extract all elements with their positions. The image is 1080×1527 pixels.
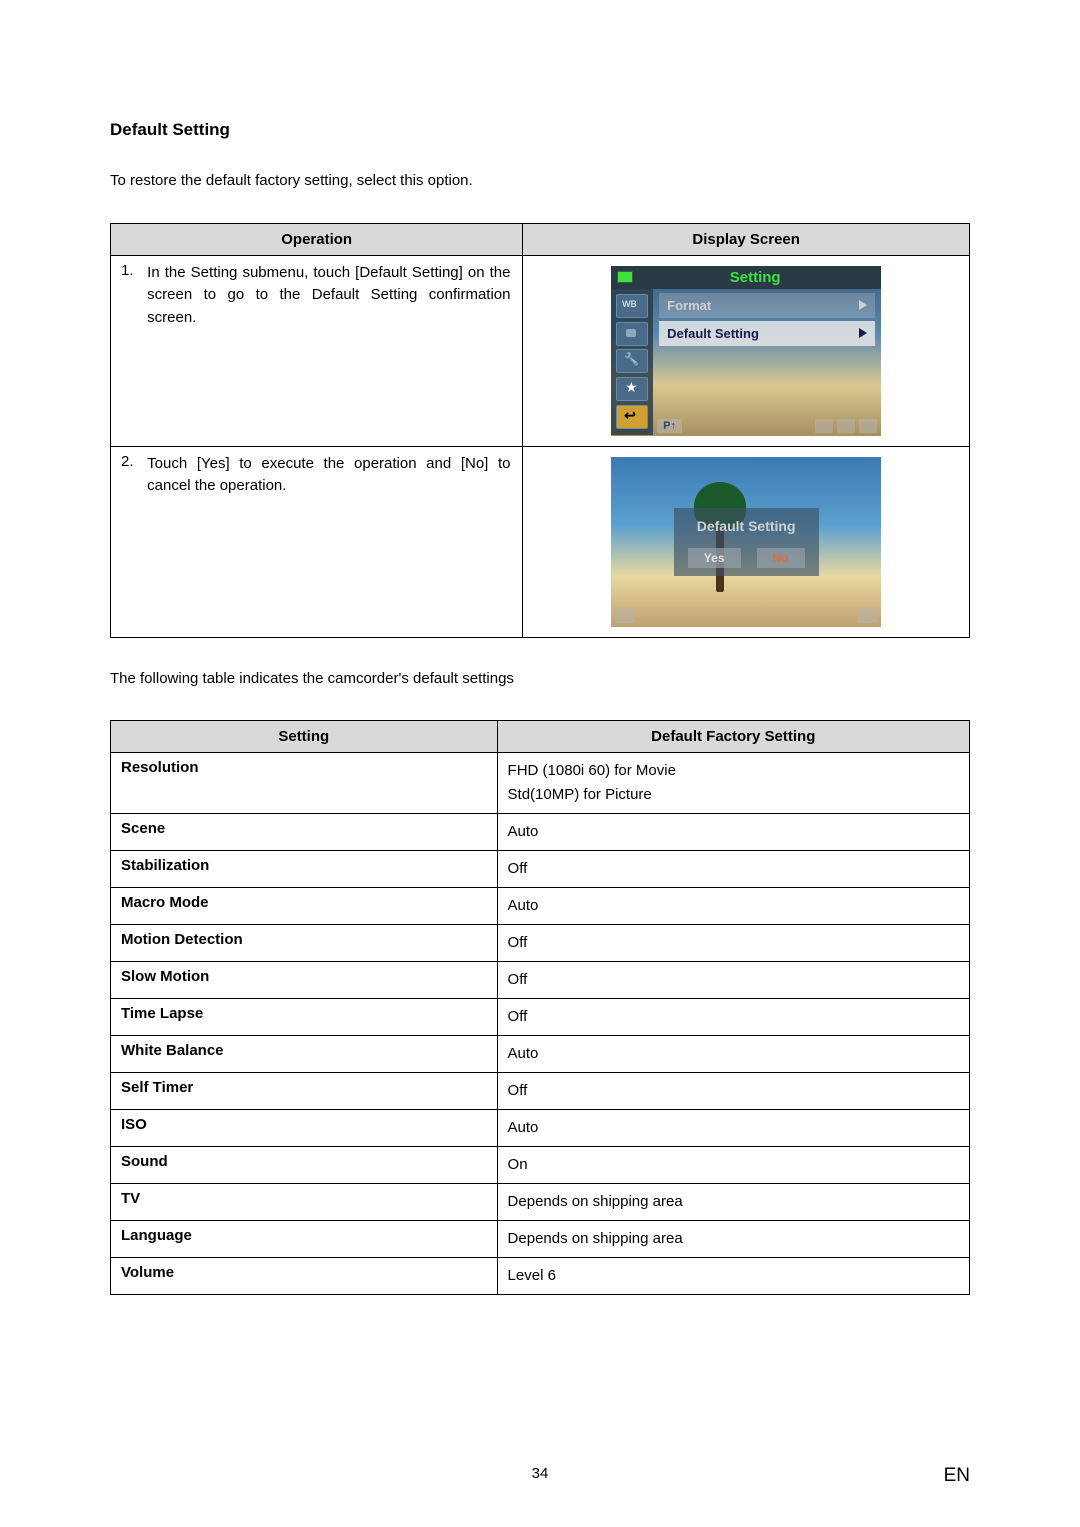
setting-name: Macro Mode [111,888,498,925]
table-row: Self TimerOff [111,1073,970,1110]
setting-value: Auto [497,888,969,925]
setting-value: Depends on shipping area [497,1221,969,1258]
default-settings-table: Setting Default Factory Setting Resoluti… [110,720,970,1295]
table-row: LanguageDepends on shipping area [111,1221,970,1258]
setting-value: Off [497,999,969,1036]
corner-icon [615,609,635,623]
setting-value: On [497,1147,969,1184]
back-icon [616,405,648,429]
table-row: Time LapseOff [111,999,970,1036]
setting-name: Time Lapse [111,999,498,1036]
menu-item-format: Format [659,293,875,318]
setting-name: Motion Detection [111,925,498,962]
op-header-display: Display Screen [523,223,970,255]
section-title: Default Setting [110,120,970,140]
defaults-header-setting: Setting [111,721,498,753]
setting-name: Scene [111,814,498,851]
table-row: SoundOn [111,1147,970,1184]
intro-text: To restore the default factory setting, … [110,170,970,193]
table-row: SceneAuto [111,814,970,851]
operation-table: Operation Display Screen 1. In the Setti… [110,223,970,638]
page-footer: 34 EN [0,1465,1080,1487]
language-code: EN [944,1465,970,1487]
dialog-title: Default Setting [688,518,805,534]
chevron-right-icon [859,300,867,310]
operation-row-2: 2. Touch [Yes] to execute the operation … [111,446,970,637]
table-row: StabilizationOff [111,851,970,888]
setting-name: Self Timer [111,1073,498,1110]
star-icon [616,377,648,401]
menu-header: Setting [611,266,881,289]
setting-name: White Balance [111,1036,498,1073]
defaults-header-default: Default Factory Setting [497,721,969,753]
setting-name: Stabilization [111,851,498,888]
setting-value: Auto [497,1110,969,1147]
setting-name: Volume [111,1258,498,1295]
op-text: Touch [Yes] to execute the operation and… [147,453,510,498]
nav-icon [859,419,877,433]
display-screenshot-setting-menu: Setting Format [611,266,881,436]
corner-icon [857,609,877,623]
op-number: 1. [121,262,143,279]
setting-name: Language [111,1221,498,1258]
display-screenshot-confirmation: Default Setting Yes No [611,457,881,627]
table-row: Motion DetectionOff [111,925,970,962]
table-row: TVDepends on shipping area [111,1184,970,1221]
operation-row-1: 1. In the Setting submenu, touch [Defaul… [111,255,970,446]
menu-sidebar [611,289,653,435]
setting-name: Resolution [111,753,498,814]
table-row: Slow MotionOff [111,962,970,999]
table-row: ResolutionFHD (1080i 60) for MovieStd(10… [111,753,970,814]
menu-item-label: Format [667,298,711,313]
setting-value: Auto [497,814,969,851]
setting-name: TV [111,1184,498,1221]
setting-value: Level 6 [497,1258,969,1295]
no-button: No [757,548,805,568]
setting-value: Off [497,925,969,962]
confirmation-dialog: Default Setting Yes No [674,508,819,576]
wrench-icon [616,349,648,373]
setting-name: Slow Motion [111,962,498,999]
op-text: In the Setting submenu, touch [Default S… [147,262,510,330]
table-row: ISOAuto [111,1110,970,1147]
page-number: 34 [532,1465,549,1482]
table-row: White BalanceAuto [111,1036,970,1073]
setting-value: Off [497,962,969,999]
setting-value: Off [497,851,969,888]
setting-value: FHD (1080i 60) for MovieStd(10MP) for Pi… [497,753,969,814]
setting-value: Off [497,1073,969,1110]
page-indicator: P↑ [657,419,682,433]
nav-icon [837,419,855,433]
op-number: 2. [121,453,143,470]
setting-value: Auto [497,1036,969,1073]
yes-button: Yes [688,548,741,568]
op-header-operation: Operation [111,223,523,255]
table-row: Macro ModeAuto [111,888,970,925]
setting-value: Depends on shipping area [497,1184,969,1221]
setting-name: Sound [111,1147,498,1184]
chevron-right-icon [859,328,867,338]
camera-icon [616,322,648,346]
setting-name: ISO [111,1110,498,1147]
nav-icon [815,419,833,433]
menu-item-label: Default Setting [667,326,759,341]
wb-icon [616,294,648,318]
table-row: VolumeLevel 6 [111,1258,970,1295]
defaults-intro: The following table indicates the camcor… [110,668,970,691]
menu-item-default-setting: Default Setting [659,321,875,346]
